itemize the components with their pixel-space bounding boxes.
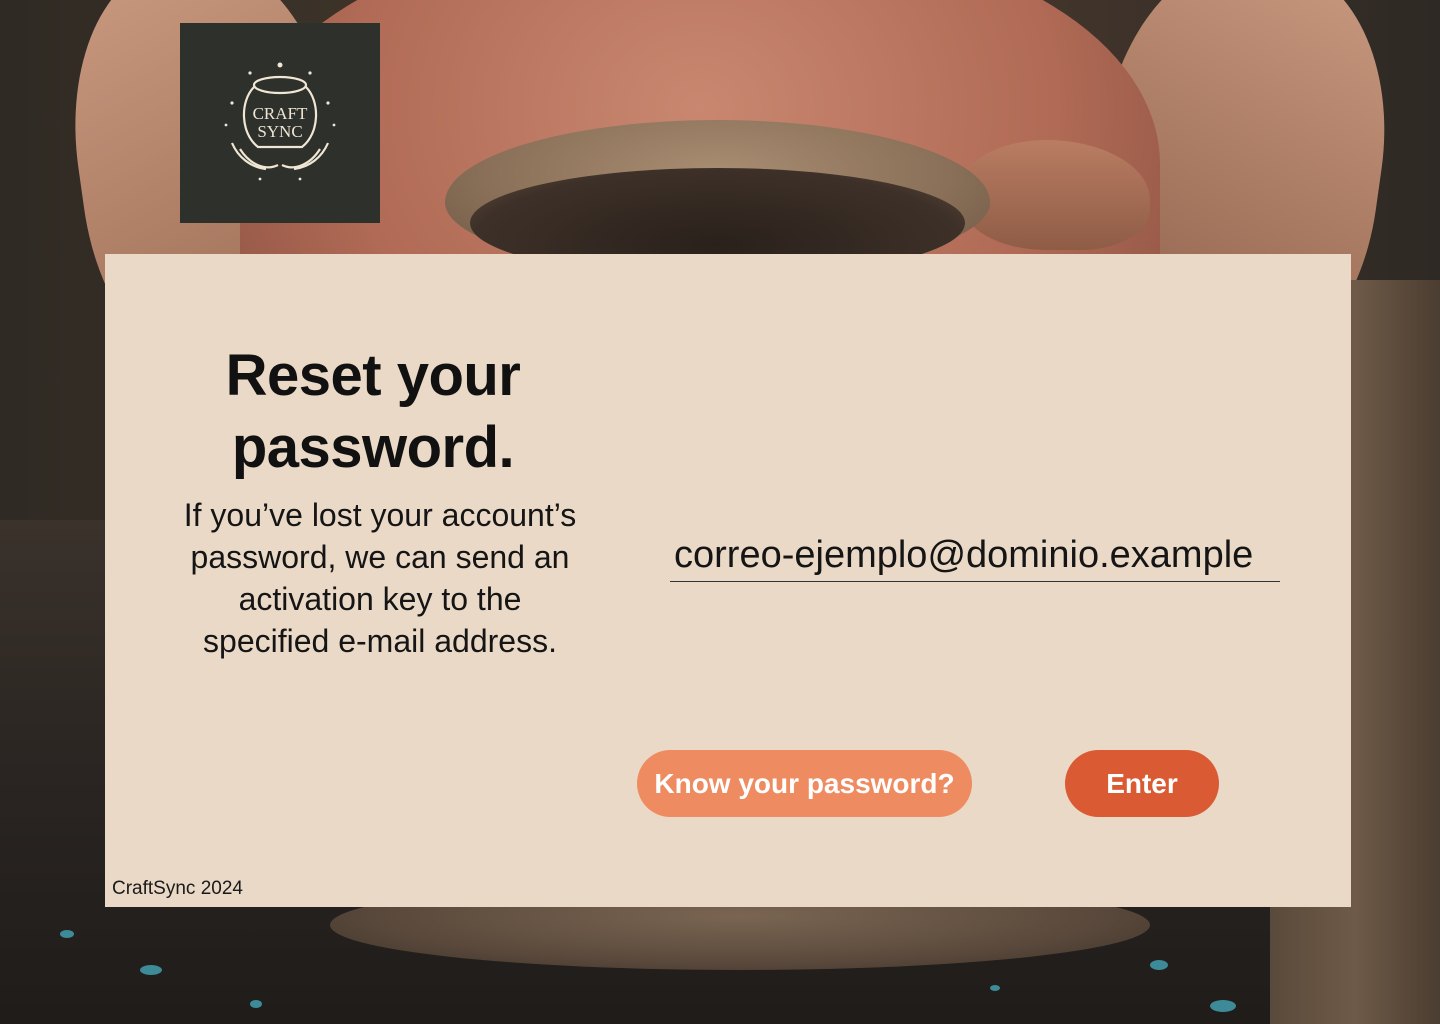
logo-text-line2: SYNC: [257, 122, 302, 141]
enter-button[interactable]: Enter: [1065, 750, 1219, 817]
craftsync-logo[interactable]: CRAFT SYNC: [180, 23, 380, 223]
reset-description: If you’ve lost your account’s password, …: [183, 497, 577, 659]
pot-hands-icon: CRAFT SYNC: [224, 62, 336, 181]
page-title: Reset your password.: [215, 340, 531, 484]
title-line-2: password.: [231, 415, 515, 480]
know-password-button[interactable]: Know your password?: [637, 750, 972, 817]
logo-text-line1: CRAFT: [253, 104, 308, 123]
footer-copyright: CraftSync 2024: [112, 878, 243, 899]
title-line-1: Reset your: [225, 343, 521, 408]
reset-password-panel: Reset your password. If you’ve lost your…: [105, 254, 1351, 907]
email-field[interactable]: [670, 534, 1280, 582]
email-field-wrapper: [670, 534, 1280, 582]
